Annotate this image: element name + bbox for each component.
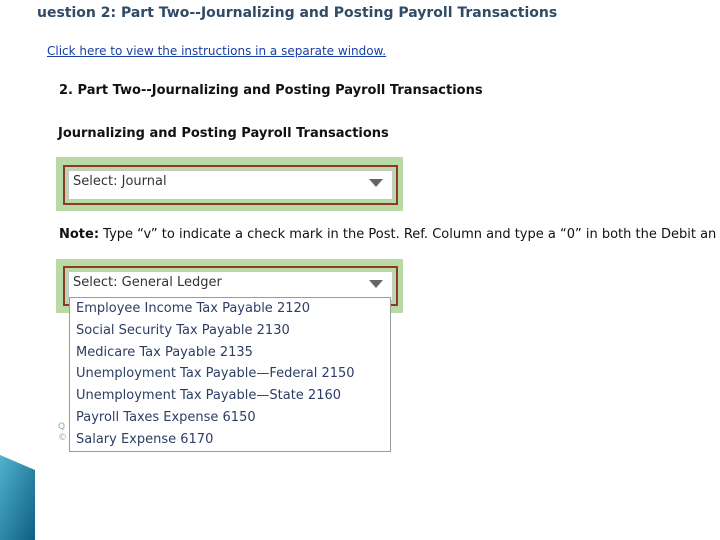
dropdown-option[interactable]: Unemployment Tax Payable—State 2160 [70,385,390,407]
obscured-line-1: Q [58,422,66,432]
obscured-text: Q © [58,422,67,444]
ledger-dropdown-list: Employee Income Tax Payable 2120 Social … [69,297,391,452]
slide-decoration [0,455,35,540]
question-title: uestion 2: Part Two--Journalizing and Po… [37,5,558,21]
dropdown-option[interactable]: Payroll Taxes Expense 6150 [70,407,390,429]
dropdown-option[interactable]: Social Security Tax Payable 2130 [70,320,390,342]
note-text: Note: Type “v” to indicate a check mark … [59,227,720,242]
journal-select[interactable]: Select: Journal [68,170,393,200]
instructions-link[interactable]: Click here to view the instructions in a… [47,44,386,58]
sub-heading: Journalizing and Posting Payroll Transac… [58,126,389,141]
note-label: Note: [59,227,100,242]
dropdown-option[interactable]: Salary Expense 6170 [70,429,390,451]
chevron-down-icon [369,280,383,288]
chevron-down-icon [369,179,383,187]
obscured-line-2: © [58,433,67,443]
dropdown-option[interactable]: Unemployment Tax Payable—Federal 2150 [70,363,390,385]
section-heading: 2. Part Two--Journalizing and Posting Pa… [59,83,483,98]
dropdown-option[interactable]: Employee Income Tax Payable 2120 [70,298,390,320]
note-body: Type “v” to indicate a check mark in the… [99,227,717,242]
ledger-select-value: Select: General Ledger [73,275,222,290]
dropdown-option[interactable]: Medicare Tax Payable 2135 [70,342,390,364]
journal-select-frame: Select: Journal [63,165,398,205]
journal-select-value: Select: Journal [73,174,167,189]
